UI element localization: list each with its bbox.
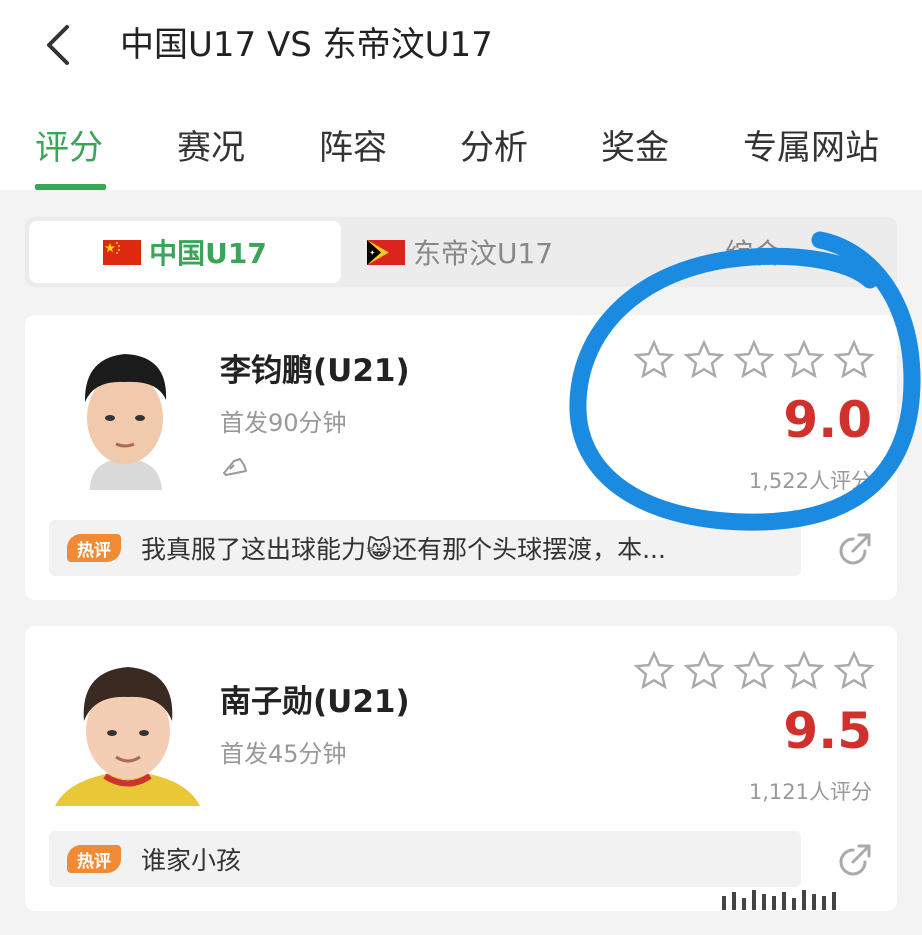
player-avatar (84, 354, 167, 490)
rater-count: 1,522人评分 (748, 469, 872, 493)
player-playtime: 首发90分钟 (220, 409, 347, 437)
player-score: 9.5 (783, 702, 872, 760)
boot-icon (223, 458, 247, 476)
rating-stars[interactable] (633, 339, 875, 381)
player-card[interactable]: 南子勋(U21) 首发45分钟 9.5 1,121人评分 热评 谁家小孩 (25, 626, 897, 911)
star-icon[interactable] (833, 339, 875, 381)
tab-analysis[interactable]: 分析 (460, 118, 528, 178)
player-avatar (55, 667, 200, 806)
top-bar: 中国U17 VS 东帝汶U17 评分 赛况 阵容 分析 奖金 专属网站 (0, 0, 922, 190)
rater-count: 1,121人评分 (748, 780, 872, 804)
tab-prize[interactable]: 奖金 (601, 118, 669, 178)
back-button[interactable] (38, 22, 78, 68)
share-icon[interactable] (835, 529, 875, 569)
star-icon[interactable] (633, 339, 675, 381)
star-icon[interactable] (633, 650, 675, 692)
share-icon[interactable] (835, 840, 875, 880)
hot-comment-text: 我真服了这出球能力😸还有那个头球摆渡，本... (141, 535, 666, 564)
hot-comment[interactable]: 热评 我真服了这出球能力😸还有那个头球摆渡，本... (49, 520, 801, 576)
star-icon[interactable] (833, 650, 875, 692)
subtab-timor-leste[interactable]: 东帝汶U17 (367, 221, 553, 283)
player-name: 南子勋(U21) (220, 684, 410, 720)
tab-lineup[interactable]: 阵容 (319, 118, 387, 178)
subtab-china[interactable]: 中国U17 (29, 221, 341, 283)
subtab-timor-leste-label: 东帝汶U17 (413, 237, 554, 270)
star-icon[interactable] (733, 339, 775, 381)
hot-comment-badge: 热评 (67, 845, 121, 873)
player-name: 李钧鹏(U21) (220, 353, 410, 389)
subtab-overall[interactable]: 综合 (725, 221, 781, 283)
china-flag-icon (103, 239, 142, 265)
team-switcher: 中国U17 东帝汶U17 综合 (25, 217, 897, 287)
tab-rating[interactable]: 评分 (35, 118, 103, 178)
main-tabs: 评分 赛况 阵容 分析 奖金 专属网站 (0, 118, 922, 190)
subtab-china-label: 中国U17 (149, 237, 267, 270)
star-icon[interactable] (733, 650, 775, 692)
watermark-mark (722, 890, 836, 910)
player-score: 9.0 (783, 391, 872, 449)
hot-comment[interactable]: 热评 谁家小孩 (49, 831, 801, 887)
subtab-overall-label: 综合 (725, 237, 782, 270)
tab-exclusive-site[interactable]: 专属网站 (743, 118, 879, 178)
player-playtime: 首发45分钟 (220, 740, 347, 768)
player-card[interactable]: 李钧鹏(U21) 首发90分钟 9.0 1,522人评分 热评 我真服了这出球能… (25, 315, 897, 600)
star-icon[interactable] (783, 339, 825, 381)
star-icon[interactable] (683, 650, 725, 692)
hot-comment-text: 谁家小孩 (141, 846, 242, 875)
page-title: 中国U17 VS 东帝汶U17 (120, 25, 493, 65)
timor-leste-flag-icon (367, 239, 405, 265)
tab-match-events[interactable]: 赛况 (177, 118, 245, 178)
chevron-left-icon (47, 25, 69, 65)
active-tab-indicator (35, 184, 106, 190)
star-icon[interactable] (683, 339, 725, 381)
hot-comment-badge: 热评 (67, 534, 121, 562)
rating-stars[interactable] (633, 650, 875, 692)
star-icon[interactable] (783, 650, 825, 692)
